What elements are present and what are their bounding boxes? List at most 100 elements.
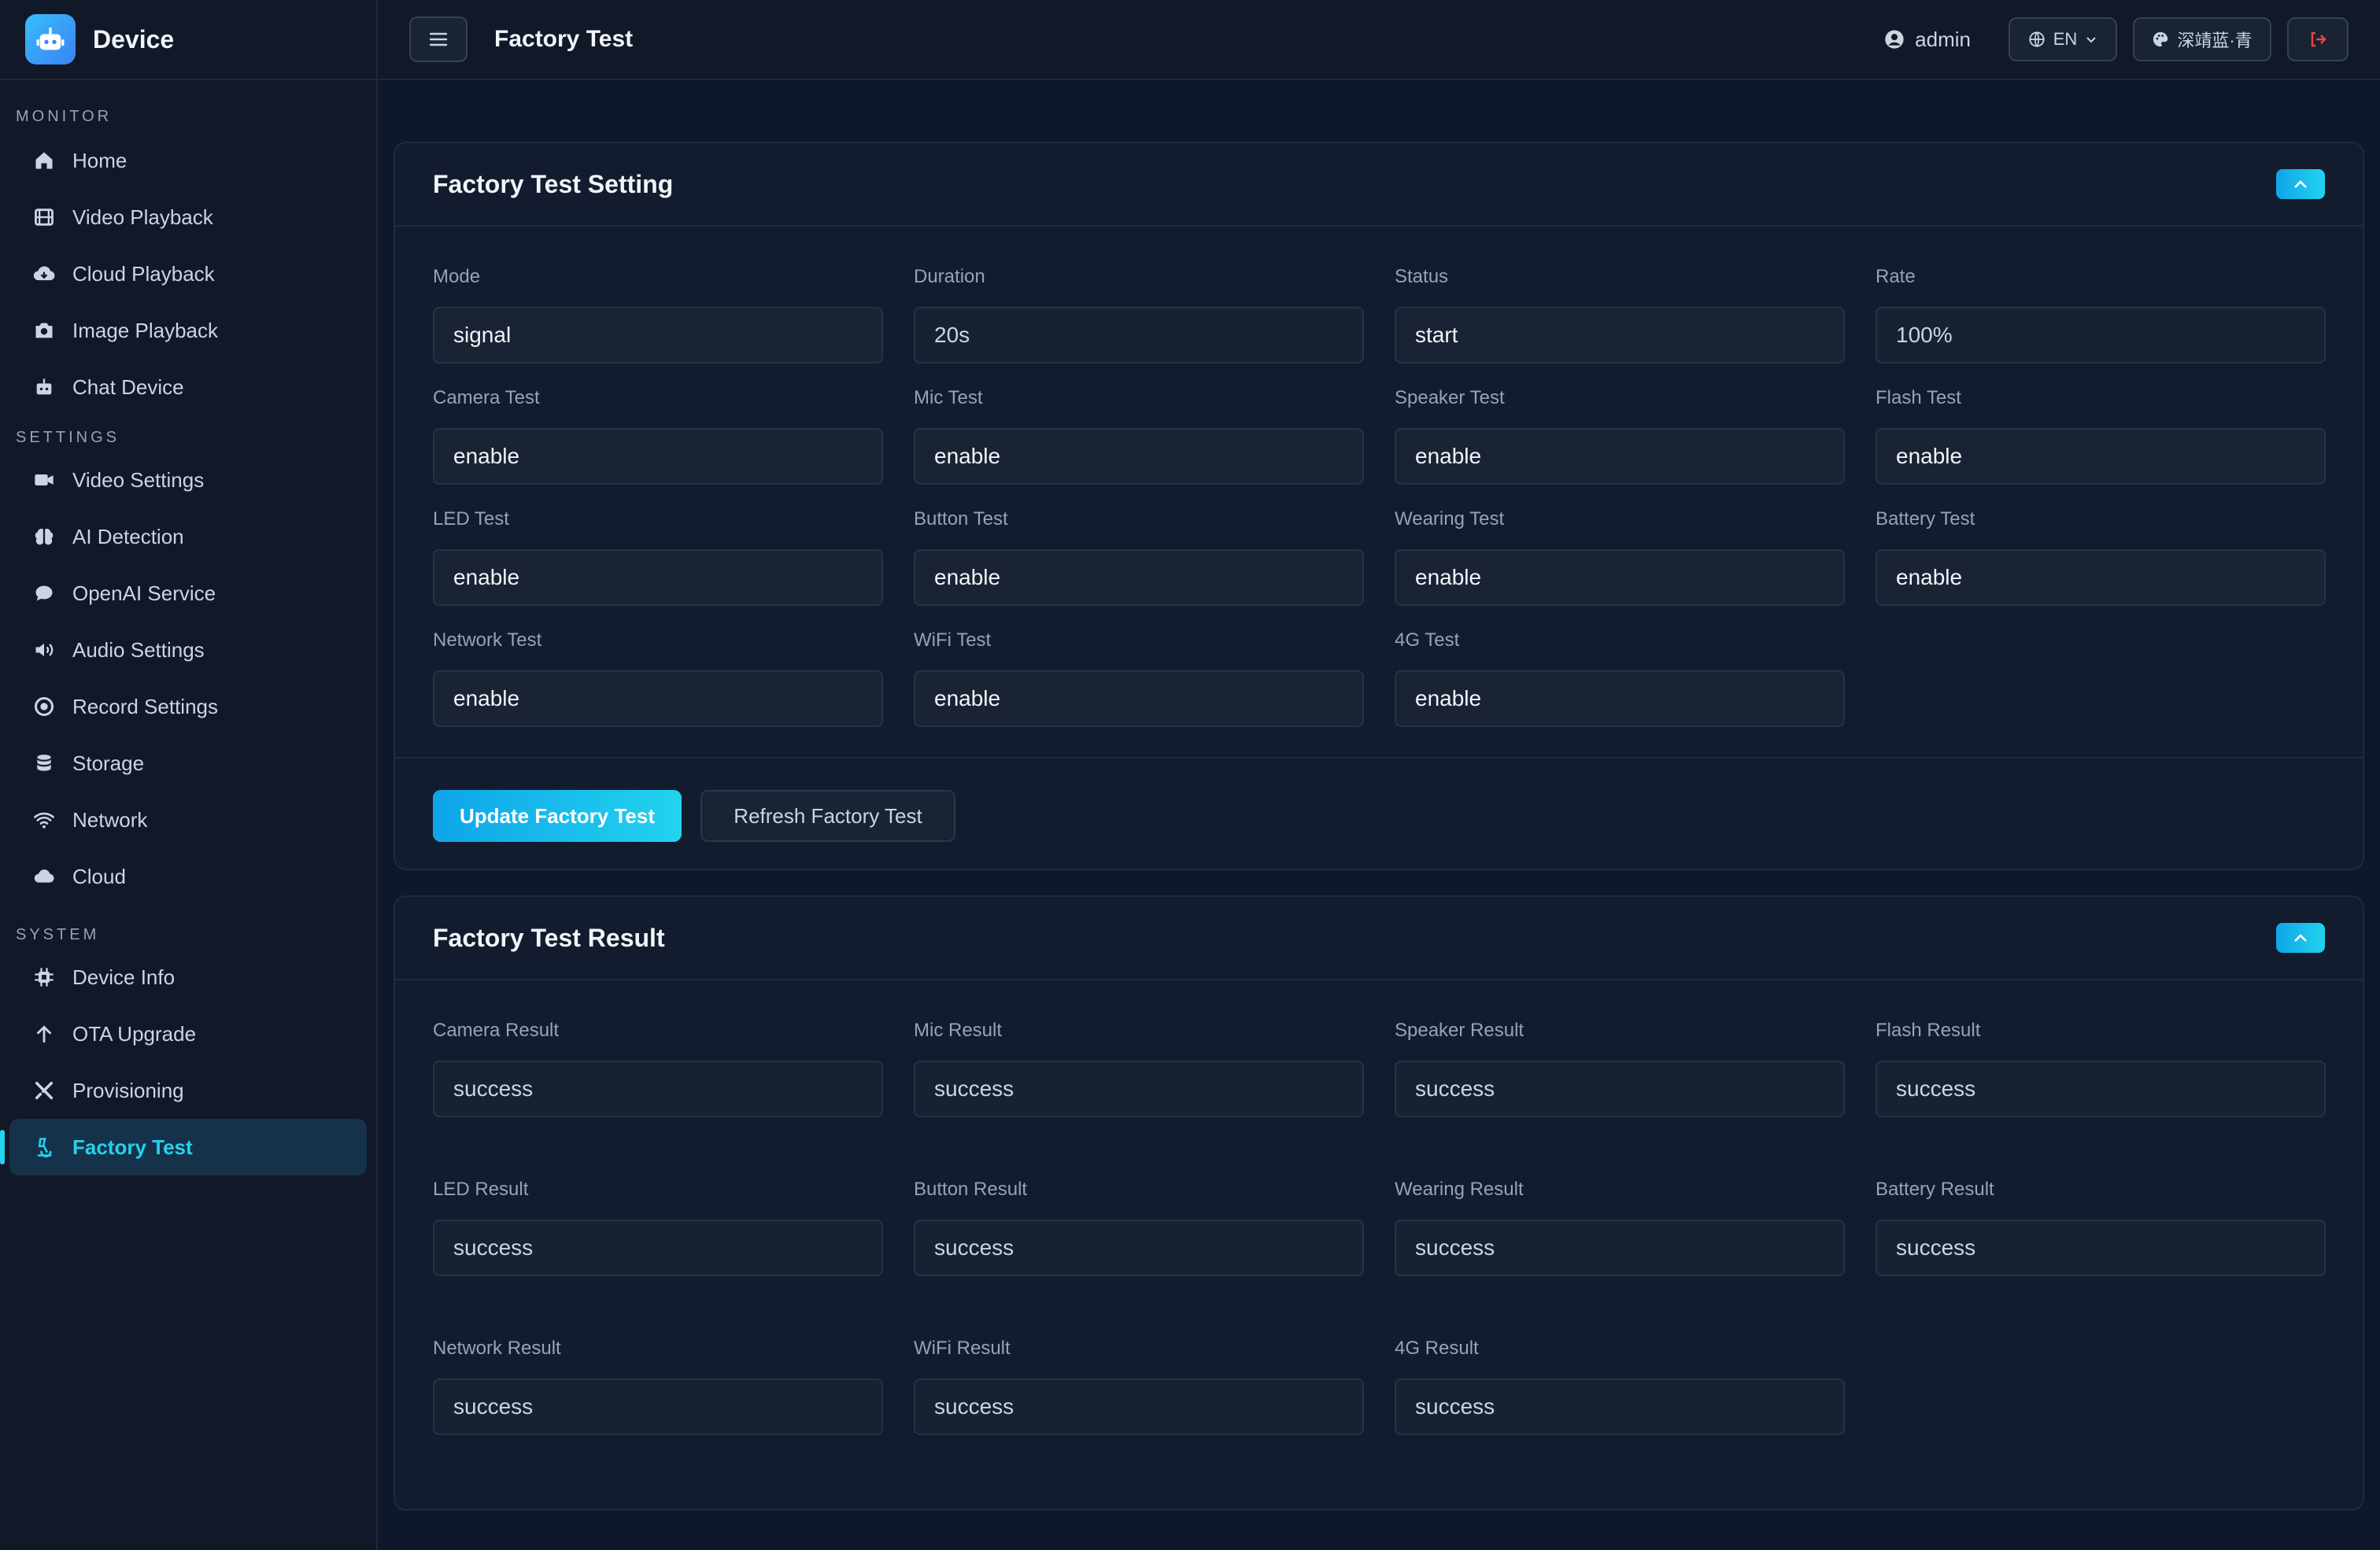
update-factory-test-button[interactable]: Update Factory Test [433,790,682,842]
field-label: Flash Test [1876,387,1961,408]
battery-result-value: success [1876,1220,2326,1276]
field-label: WiFi Test [914,629,992,651]
sidebar-item-label: Chat Device [72,375,184,399]
speaker-result-value: success [1395,1061,1845,1117]
refresh-factory-test-button[interactable]: Refresh Factory Test [700,790,955,842]
section-title-settings: SETTINGS [16,429,120,446]
home-icon [31,148,57,173]
sidebar-item-factory-test[interactable]: Factory Test [0,1119,367,1175]
field-label: Rate [1876,266,1916,287]
wifi-result-value: success [914,1378,1364,1435]
led-test-field: LED Test enable [433,508,883,606]
4g-result-field: 4G Result success [1395,1338,1845,1435]
sidebar-item-image-playback[interactable]: Image Playback [9,302,367,359]
sidebar-item-label: Video Settings [72,467,205,492]
camera-result-value: success [433,1061,883,1117]
collapse-button[interactable] [2276,923,2325,953]
page-title: Factory Test [494,26,634,52]
sidebar-item-openai-service[interactable]: OpenAI Service [9,565,367,622]
led-test-select[interactable]: enable [433,549,883,606]
field-label: Mode [433,266,481,287]
sidebar-item-audio-settings[interactable]: Audio Settings [9,622,367,678]
wearing-result-value: success [1395,1220,1845,1276]
flash-test-field: Flash Test enable [1876,387,2326,485]
hamburger-icon [429,32,448,46]
sidebar-item-video-settings[interactable]: Video Settings [9,452,367,508]
logout-button[interactable] [2287,17,2349,61]
collapse-button[interactable] [2276,169,2325,199]
duration-field: Duration 20s [914,266,1364,364]
wifi-test-select[interactable]: enable [914,670,1364,727]
video-icon [31,467,57,493]
app-name: Device [93,24,175,54]
status-field: Status start [1395,266,1845,364]
camera-test-select[interactable]: enable [433,428,883,485]
rate-input[interactable]: 100% [1876,307,2326,364]
network-result-field: Network Result success [433,1338,883,1435]
network-test-field: Network Test enable [433,629,883,727]
result-grid: Camera Result success Mic Result success… [395,980,2363,1511]
sidebar-item-ota-upgrade[interactable]: OTA Upgrade [9,1006,367,1062]
battery-test-select[interactable]: enable [1876,549,2326,606]
sidebar-item-ai-detection[interactable]: AI Detection [9,508,367,565]
sidebar-item-label: Provisioning [72,1078,184,1102]
field-label: WiFi Result [914,1338,1011,1359]
network-test-select[interactable]: enable [433,670,883,727]
4g-test-select[interactable]: enable [1395,670,1845,727]
button-test-select[interactable]: enable [914,549,1364,606]
factory-test-setting-card: Factory Test Setting Mode signal Duratio… [394,142,2364,870]
language-select[interactable]: EN [2009,17,2117,61]
field-label: Mic Test [914,387,983,408]
sidebar-item-device-info[interactable]: Device Info [9,949,367,1006]
field-label: Camera Test [433,387,540,408]
field-label: Battery Result [1876,1179,1994,1200]
field-label: Network Result [433,1338,561,1359]
robot-logo-icon [25,14,76,65]
field-label: Network Test [433,629,542,651]
sidebar-item-home[interactable]: Home [9,132,367,189]
brand: Device [0,0,376,80]
sidebar-item-storage[interactable]: Storage [9,735,367,792]
status-select[interactable]: start [1395,307,1845,364]
sidebar-item-label: Device Info [72,965,176,989]
mic-test-select[interactable]: enable [914,428,1364,485]
field-label: Flash Result [1876,1020,1981,1041]
sidebar-item-label: Home [72,148,128,172]
speaker-test-select[interactable]: enable [1395,428,1845,485]
flash-test-select[interactable]: enable [1876,428,2326,485]
user-menu[interactable]: admin [1883,28,1971,52]
sidebar-item-video-playback[interactable]: Video Playback [9,189,367,245]
header-actions: admin EN 深靖蓝·青 [1883,17,2349,61]
theme-select[interactable]: 深靖蓝·青 [2133,17,2271,61]
sidebar-item-cloud-playback[interactable]: Cloud Playback [9,245,367,302]
globe-icon [2029,31,2045,47]
sidebar-item-provisioning[interactable]: Provisioning [9,1062,367,1119]
sidebar-item-cloud[interactable]: Cloud [9,848,367,905]
sidebar: Device MONITOR Home Video Playback Cloud… [0,0,378,1550]
tools-icon [31,1078,57,1103]
sidebar-item-label: Cloud Playback [72,261,215,286]
mic-result-value: success [914,1061,1364,1117]
speaker-result-field: Speaker Result success [1395,1020,1845,1117]
field-label: Status [1395,266,1449,287]
wearing-test-field: Wearing Test enable [1395,508,1845,606]
mode-select[interactable]: signal [433,307,883,364]
field-label: Button Result [914,1179,1028,1200]
mic-test-field: Mic Test enable [914,387,1364,485]
sidebar-item-record-settings[interactable]: Record Settings [9,678,367,735]
mic-result-field: Mic Result success [914,1020,1364,1117]
sidebar-item-chat-device[interactable]: Chat Device [9,359,367,415]
field-label: LED Test [433,508,509,530]
menu-toggle-button[interactable] [409,17,468,62]
camera-icon [31,318,57,343]
sidebar-item-label: OpenAI Service [72,581,216,605]
wifi-test-field: WiFi Test enable [914,629,1364,727]
sidebar-item-label: AI Detection [72,524,184,548]
sidebar-item-network[interactable]: Network [9,792,367,848]
field-label: Wearing Result [1395,1179,1524,1200]
section-title-system: SYSTEM [16,926,100,943]
field-label: 4G Test [1395,629,1460,651]
duration-input[interactable]: 20s [914,307,1364,364]
wearing-test-select[interactable]: enable [1395,549,1845,606]
field-label: Speaker Test [1395,387,1505,408]
